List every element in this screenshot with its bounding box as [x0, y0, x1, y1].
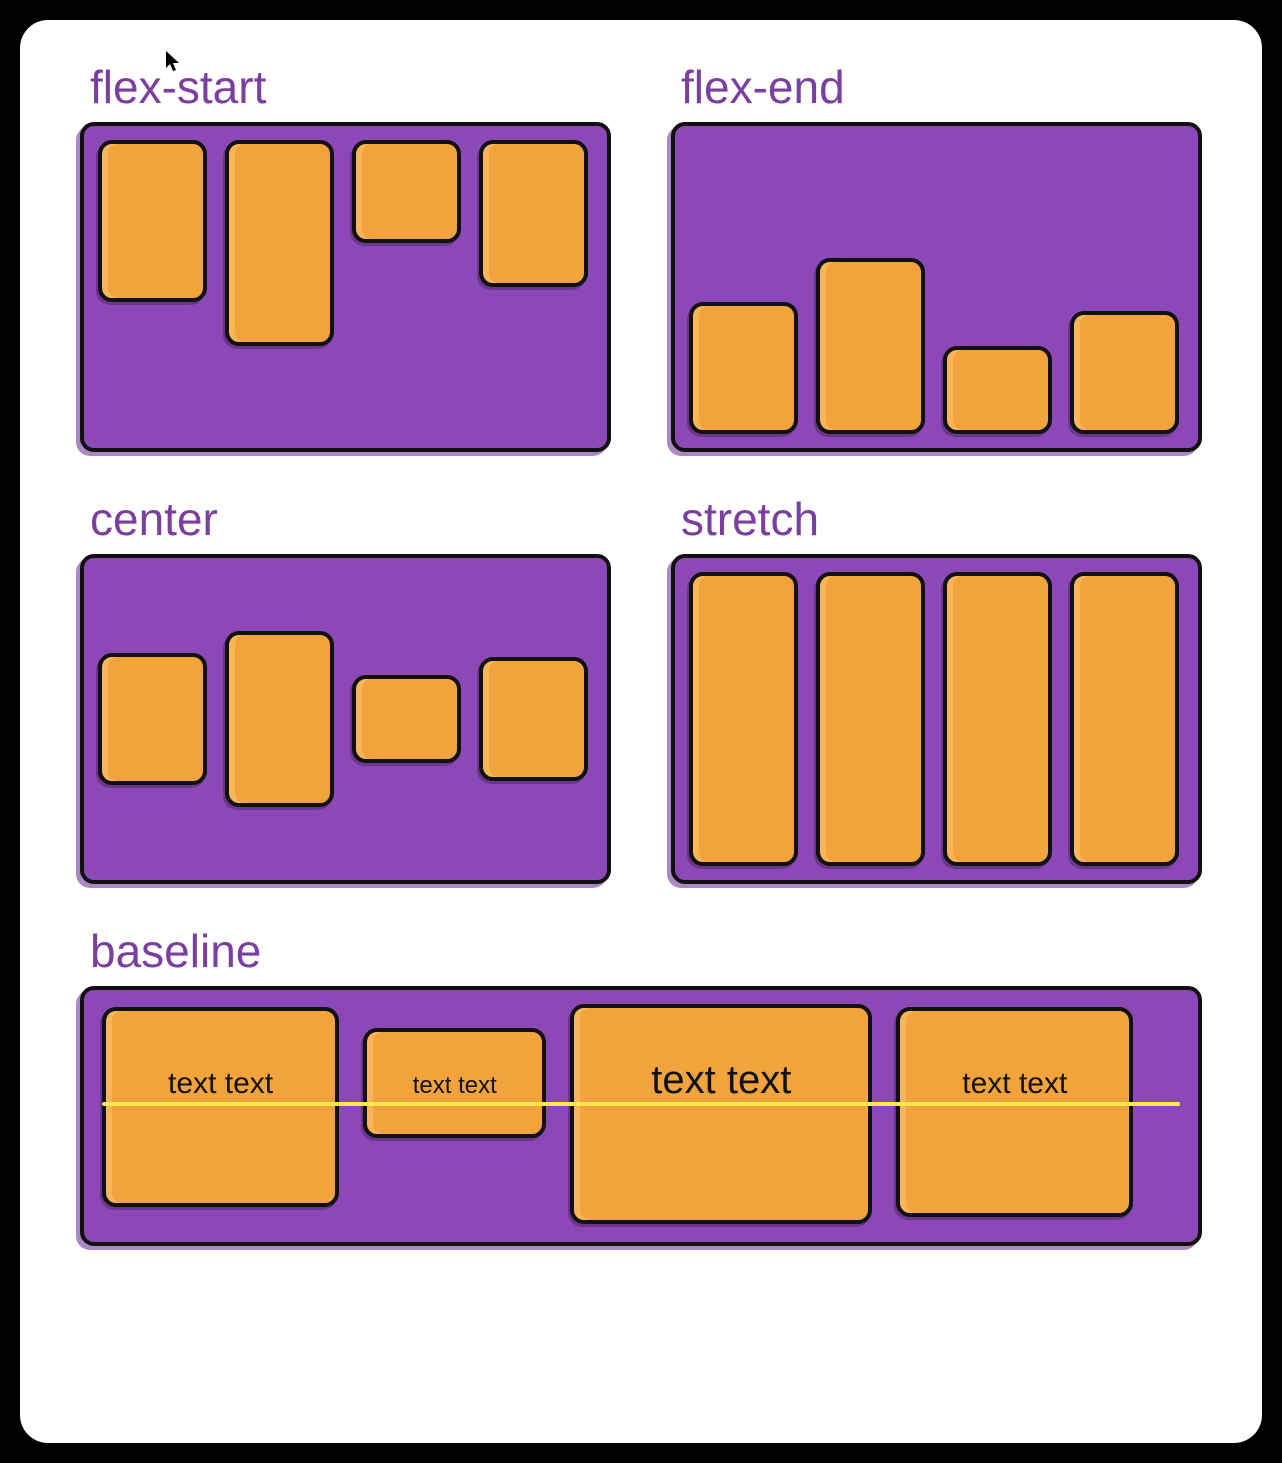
panel-flex-start: flex-start — [80, 60, 611, 452]
flex-item — [352, 140, 461, 243]
row-1: flex-start flex-end — [80, 60, 1202, 452]
baseline-item: text text — [570, 1004, 872, 1224]
label-center: center — [90, 492, 611, 546]
baseline-item: text text — [102, 1007, 339, 1207]
flex-item — [1070, 572, 1179, 866]
flex-item — [479, 140, 588, 287]
box-flex-start — [80, 122, 611, 452]
baseline-item-text: text text — [962, 1067, 1067, 1213]
diagram-frame: flex-start flex-end center — [20, 20, 1262, 1443]
flex-item — [225, 631, 334, 807]
baseline-guide-line — [102, 1102, 1180, 1106]
row-2: center stretch — [80, 492, 1202, 884]
flex-item — [816, 572, 925, 866]
label-stretch: stretch — [681, 492, 1202, 546]
flex-item — [1070, 311, 1179, 434]
baseline-item-text: text text — [168, 1067, 273, 1203]
baseline-item-text: text text — [651, 1058, 791, 1220]
box-stretch — [671, 554, 1202, 884]
flex-item — [816, 258, 925, 434]
baseline-item: text text — [896, 1007, 1133, 1217]
panel-flex-end: flex-end — [671, 60, 1202, 452]
baseline-item: text text — [363, 1028, 546, 1138]
flex-item — [98, 653, 207, 785]
flex-item — [98, 140, 207, 302]
label-flex-end: flex-end — [681, 60, 1202, 114]
panel-stretch: stretch — [671, 492, 1202, 884]
flex-item — [225, 140, 334, 346]
flex-item — [943, 572, 1052, 866]
flex-item — [943, 346, 1052, 434]
flex-item — [352, 675, 461, 763]
flex-item — [479, 657, 588, 780]
cursor-icon — [165, 50, 183, 78]
flex-item — [689, 572, 798, 866]
box-flex-end — [671, 122, 1202, 452]
box-baseline: text text text text text text text text — [80, 986, 1202, 1246]
panel-center: center — [80, 492, 611, 884]
flex-item — [689, 302, 798, 434]
row-3: baseline text text text text text text t… — [80, 924, 1202, 1246]
label-baseline: baseline — [90, 924, 1202, 978]
panel-baseline: baseline text text text text text text t… — [80, 924, 1202, 1246]
box-center — [80, 554, 611, 884]
